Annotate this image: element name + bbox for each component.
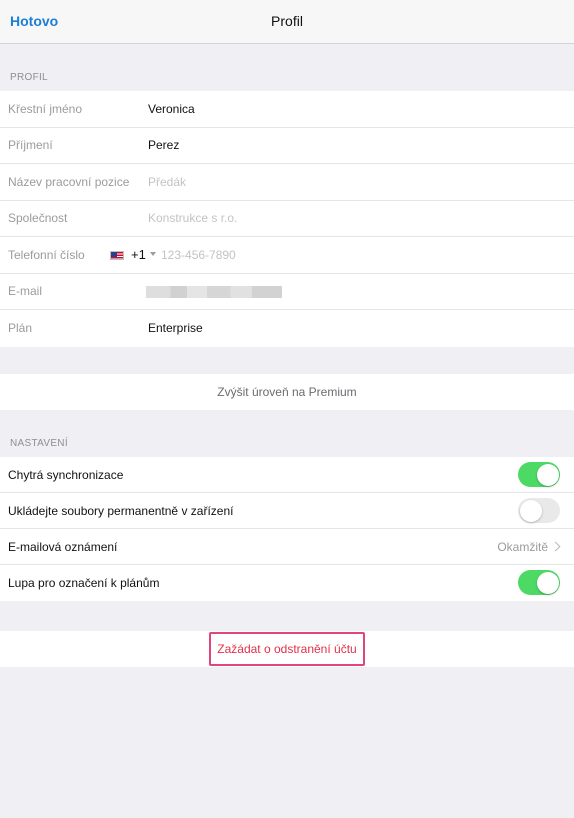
plan-magnifier-row: Lupa pro označení k plánům bbox=[0, 565, 574, 601]
email-notifications-label: E-mailová oznámení bbox=[8, 539, 118, 554]
first-name-row[interactable]: Křestní jméno Veronica bbox=[0, 91, 574, 128]
request-account-deletion-button[interactable]: Zažádat o odstranění účtu bbox=[209, 632, 365, 666]
email-row[interactable]: E-mail bbox=[0, 274, 574, 310]
smart-sync-row: Chytrá synchronizace bbox=[0, 457, 574, 493]
company-row[interactable]: Společnost Konstrukce s r.o. bbox=[0, 201, 574, 237]
plan-value: Enterprise bbox=[148, 321, 203, 336]
save-files-permanently-row: Ukládejte soubory permanentně v zařízení bbox=[0, 493, 574, 529]
us-flag-icon[interactable] bbox=[110, 251, 124, 260]
phone-field[interactable]: 123-456-7890 bbox=[161, 248, 236, 262]
first-name-field[interactable]: Veronica bbox=[148, 102, 195, 116]
upgrade-premium-label: Zvýšit úroveň na Premium bbox=[217, 385, 357, 399]
plan-magnifier-label: Lupa pro označení k plánům bbox=[8, 576, 160, 590]
plan-label: Plán bbox=[8, 321, 33, 336]
settings-section-header: NASTAVENÍ bbox=[10, 438, 68, 449]
plan-magnifier-toggle[interactable] bbox=[518, 570, 560, 595]
company-field[interactable]: Konstrukce s r.o. bbox=[148, 211, 237, 225]
profile-group: Křestní jméno Veronica Příjmení Perez Ná… bbox=[0, 91, 574, 347]
save-files-permanently-label: Ukládejte soubory permanentně v zařízení bbox=[8, 503, 234, 518]
job-title-label: Název pracovní pozice bbox=[8, 174, 130, 189]
job-title-field[interactable]: Předák bbox=[148, 175, 186, 189]
last-name-field[interactable]: Perez bbox=[148, 138, 179, 152]
last-name-label: Příjmení bbox=[8, 138, 53, 153]
delete-account-row: Zažádat o odstranění účtu bbox=[0, 631, 574, 667]
email-field-redacted[interactable] bbox=[146, 285, 282, 298]
profile-section-header: PROFIL bbox=[10, 72, 48, 83]
last-name-row[interactable]: Příjmení Perez bbox=[0, 128, 574, 164]
page-title: Profil bbox=[271, 13, 303, 29]
plan-row: Plán Enterprise bbox=[0, 310, 574, 347]
phone-row[interactable]: Telefonní číslo +1 123-456-7890 bbox=[0, 237, 574, 274]
email-notifications-row[interactable]: E-mailová oznámení Okamžitě bbox=[0, 529, 574, 565]
caret-down-icon[interactable] bbox=[150, 252, 156, 256]
phone-label: Telefonní číslo bbox=[8, 247, 85, 262]
email-label: E-mail bbox=[8, 284, 43, 299]
first-name-label: Křestní jméno bbox=[8, 101, 83, 116]
company-label: Společnost bbox=[8, 211, 68, 226]
job-title-row[interactable]: Název pracovní pozice Předák bbox=[0, 164, 574, 201]
settings-group: Chytrá synchronizace Ukládejte soubory p… bbox=[0, 457, 574, 601]
smart-sync-label: Chytrá synchronizace bbox=[8, 467, 124, 482]
smart-sync-toggle[interactable] bbox=[518, 462, 560, 487]
chevron-right-icon bbox=[550, 541, 561, 552]
email-notifications-value: Okamžitě bbox=[497, 539, 548, 554]
upgrade-premium-button[interactable]: Zvýšit úroveň na Premium bbox=[0, 374, 574, 410]
navigation-bar: Hotovo Profil bbox=[0, 0, 574, 44]
save-files-permanently-toggle[interactable] bbox=[518, 498, 560, 523]
country-code[interactable]: +1 bbox=[131, 247, 146, 262]
